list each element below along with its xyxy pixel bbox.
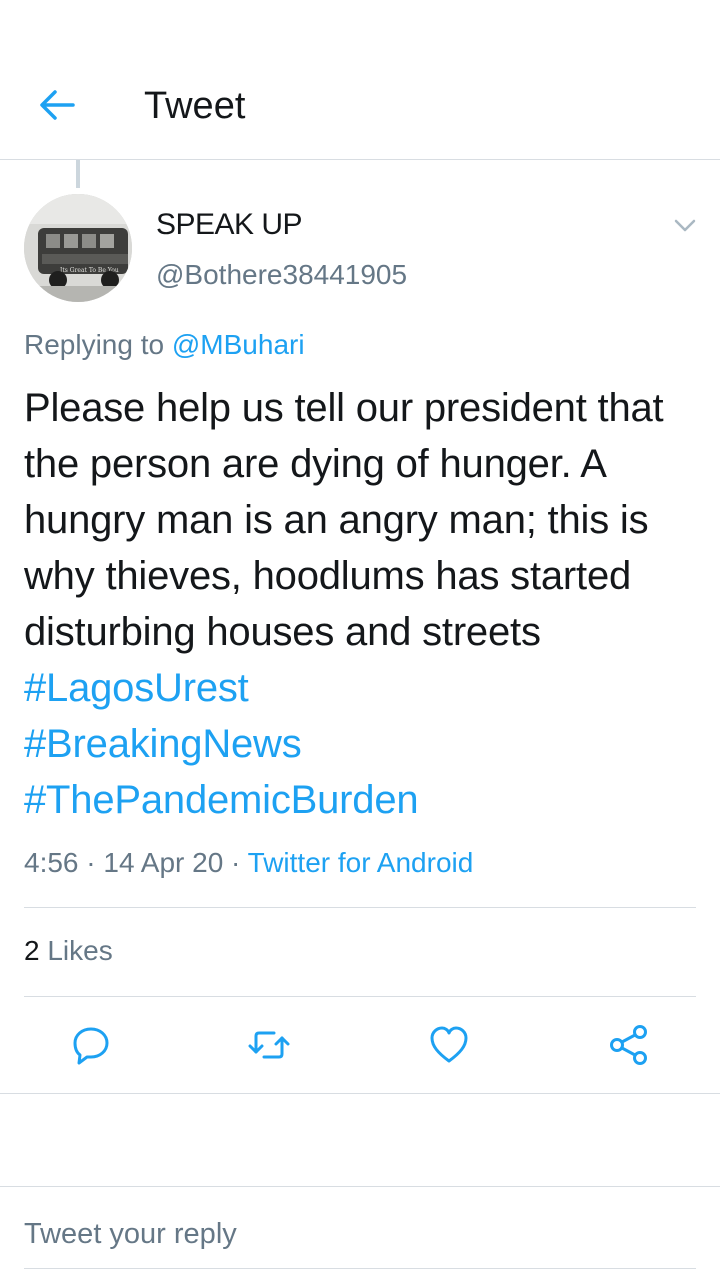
replying-prefix: Replying to bbox=[24, 329, 172, 360]
heart-icon bbox=[430, 1026, 468, 1063]
divider bbox=[0, 1093, 720, 1094]
reply-input-underline bbox=[24, 1268, 696, 1269]
reply-button[interactable] bbox=[68, 1022, 114, 1068]
divider bbox=[0, 1186, 720, 1187]
tweet-body-text: Please help us tell our president that t… bbox=[24, 386, 664, 654]
page-title: Tweet bbox=[144, 85, 246, 127]
tweet-date: 14 Apr 20 bbox=[103, 847, 224, 878]
reply-icon bbox=[73, 1027, 109, 1065]
likes-label: Likes bbox=[39, 935, 113, 966]
tweet-meta: 4:56 · 14 Apr 20 · Twitter for Android bbox=[24, 846, 473, 880]
avatar[interactable]: Its Great To Be You bbox=[24, 194, 132, 302]
hashtag-link[interactable]: #BreakingNews bbox=[24, 722, 302, 766]
top-bar: Tweet bbox=[0, 0, 720, 160]
meta-separator: · bbox=[223, 847, 248, 878]
hashtag-link[interactable]: #LagosUrest bbox=[24, 666, 249, 710]
chevron-down-icon bbox=[674, 219, 696, 232]
share-icon bbox=[610, 1025, 647, 1065]
tweet-time: 4:56 bbox=[24, 847, 79, 878]
likes-count-link[interactable]: 2 Likes bbox=[24, 934, 113, 968]
hashtag-link[interactable]: #ThePandemicBurden bbox=[24, 778, 419, 822]
retweet-icon bbox=[248, 1031, 290, 1059]
replying-to-mention-link[interactable]: @MBuhari bbox=[172, 329, 305, 360]
back-button[interactable] bbox=[36, 84, 78, 126]
author-handle[interactable]: @Bothere38441905 bbox=[156, 258, 407, 292]
avatar-image: Its Great To Be You bbox=[24, 194, 132, 302]
retweet-button[interactable] bbox=[246, 1022, 292, 1068]
like-button[interactable] bbox=[426, 1022, 472, 1068]
author-display-name[interactable]: SPEAK UP bbox=[156, 208, 303, 242]
tweet-options-button[interactable] bbox=[670, 210, 700, 240]
divider bbox=[24, 996, 696, 997]
divider bbox=[24, 907, 696, 908]
reply-input[interactable]: Tweet your reply bbox=[24, 1216, 237, 1252]
share-button[interactable] bbox=[606, 1022, 652, 1068]
likes-count: 2 bbox=[24, 935, 40, 966]
tweet-text: Please help us tell our president that t… bbox=[24, 380, 704, 828]
meta-separator: · bbox=[78, 847, 104, 878]
thread-connector-line bbox=[76, 160, 80, 188]
tweet-source-link[interactable]: Twitter for Android bbox=[248, 847, 474, 878]
arrow-left-icon bbox=[40, 90, 75, 120]
replying-to-line: Replying to @MBuhari bbox=[24, 328, 305, 362]
